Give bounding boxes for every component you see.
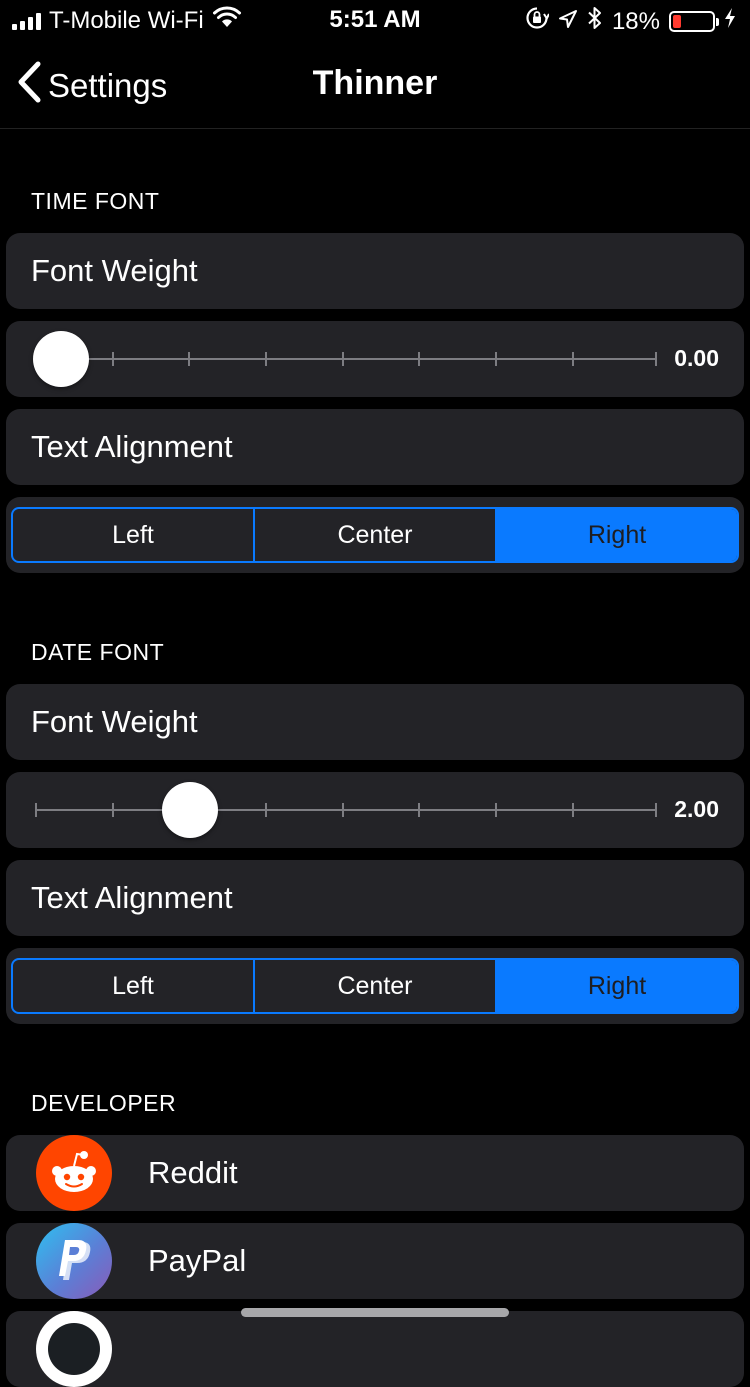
section-header-time-font: TIME FONT (31, 188, 160, 214)
cell-label: Font Weight (31, 253, 198, 288)
developer-row-paypal[interactable]: PayPal (6, 1223, 744, 1299)
page-title: Thinner (312, 64, 438, 102)
segment-left[interactable]: Left (13, 960, 255, 1012)
date-text-alignment-cell: Text Alignment (6, 860, 744, 936)
date-font-weight-slider-cell: 2.00 (6, 772, 744, 848)
battery-icon (669, 11, 719, 32)
location-icon (558, 8, 578, 36)
developer-label: PayPal (148, 1243, 247, 1278)
developer-row-reddit[interactable]: Reddit (6, 1135, 744, 1211)
github-icon (36, 1311, 112, 1387)
orientation-lock-icon (525, 6, 550, 37)
time-font-weight-slider[interactable] (35, 352, 657, 366)
time-alignment-control-cell: Left Center Right (6, 497, 744, 573)
segment-left[interactable]: Left (13, 509, 255, 561)
developer-row-github[interactable] (6, 1311, 744, 1387)
status-right: 18% (525, 6, 736, 37)
cell-label: Font Weight (31, 704, 198, 739)
section-header-date-font: DATE FONT (31, 639, 165, 665)
navigation-bar: Settings Thinner (0, 40, 750, 129)
segment-right[interactable]: Right (497, 960, 737, 1012)
cell-label: Text Alignment (31, 880, 233, 915)
date-alignment-control-cell: Left Center Right (6, 948, 744, 1024)
slider-value: 0.00 (674, 345, 719, 371)
battery-percent: 18% (611, 7, 660, 35)
slider-thumb[interactable] (33, 331, 89, 387)
segment-center[interactable]: Center (255, 960, 497, 1012)
slider-thumb[interactable] (162, 782, 218, 838)
time-alignment-segmented-control: Left Center Right (11, 507, 739, 563)
slider-value: 2.00 (674, 796, 719, 822)
time-font-weight-cell: Font Weight (6, 233, 744, 309)
time-text-alignment-cell: Text Alignment (6, 409, 744, 485)
segment-center[interactable]: Center (255, 509, 497, 561)
segment-right[interactable]: Right (497, 509, 737, 561)
reddit-icon (36, 1135, 112, 1211)
bluetooth-icon (587, 6, 603, 37)
paypal-icon (36, 1223, 112, 1299)
home-indicator[interactable] (241, 1308, 509, 1317)
time-font-weight-slider-cell: 0.00 (6, 321, 744, 397)
date-font-weight-cell: Font Weight (6, 684, 744, 760)
status-bar: T-Mobile Wi-Fi 5:51 AM 18% (0, 0, 750, 40)
charging-icon (724, 7, 736, 36)
date-alignment-segmented-control: Left Center Right (11, 958, 739, 1014)
section-header-developer: DEVELOPER (31, 1090, 177, 1116)
date-font-weight-slider[interactable] (35, 803, 657, 817)
cell-label: Text Alignment (31, 429, 233, 464)
developer-label: Reddit (148, 1155, 238, 1190)
